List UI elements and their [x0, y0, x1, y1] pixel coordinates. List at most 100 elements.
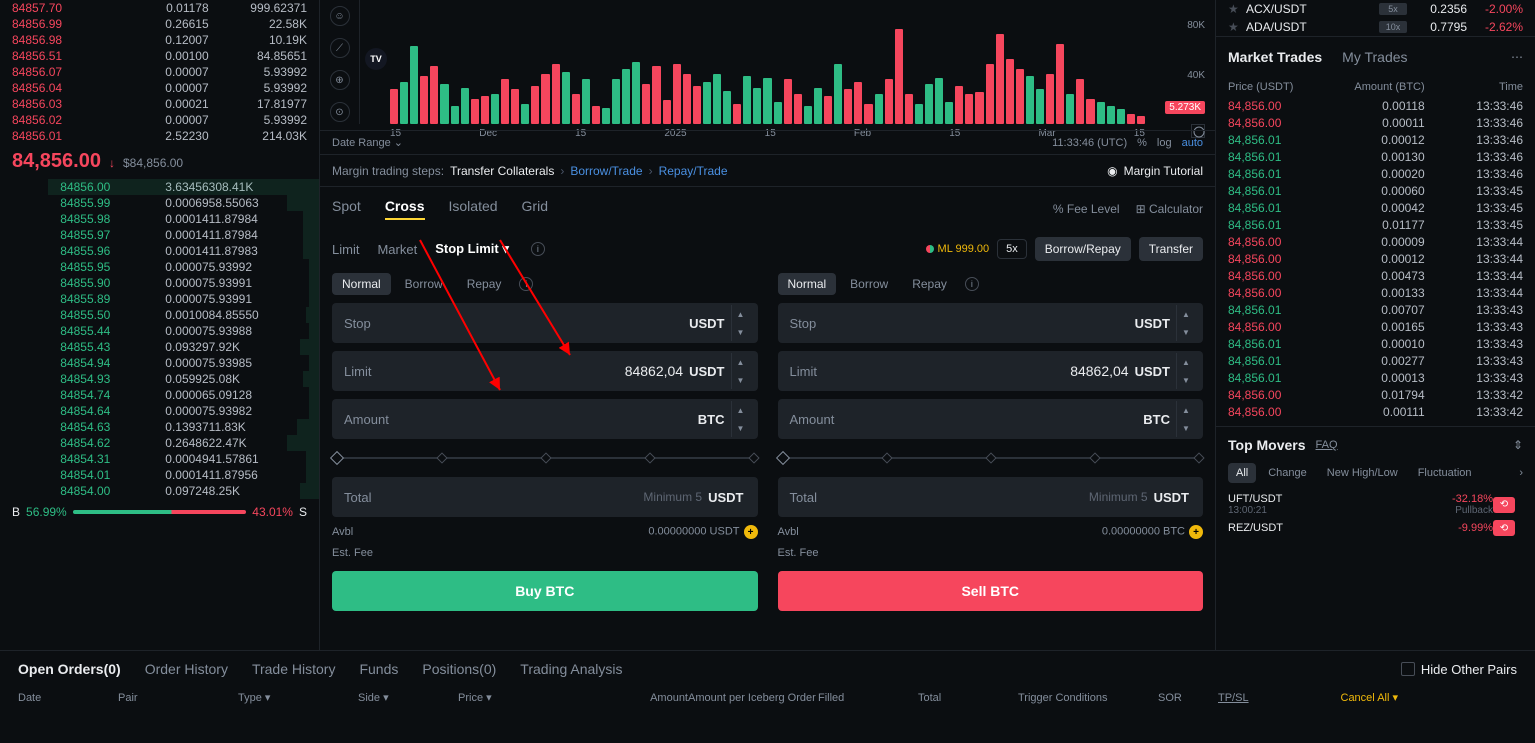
market-trade-row[interactable]: 84,856.010.0027713:33:43 — [1216, 352, 1535, 369]
market-trade-row[interactable]: 84,856.000.0013313:33:44 — [1216, 284, 1535, 301]
stepper-down-icon[interactable]: ▼ — [732, 371, 750, 389]
orderbook-bid-row[interactable]: 84855.970.0001411.87984 — [0, 227, 319, 243]
buy-total-input[interactable]: TotalMinimum 5USDT — [332, 477, 758, 517]
mover-row[interactable]: UFT/USDT13:00:21-32.18%Pullback⟲ — [1216, 491, 1535, 518]
borrow-repay-button[interactable]: Borrow/Repay — [1035, 237, 1131, 261]
orderbook-bid-row[interactable]: 84854.740.000065.09128 — [0, 387, 319, 403]
market-trade-row[interactable]: 84,856.010.0001313:33:43 — [1216, 369, 1535, 386]
tab-order-history[interactable]: Order History — [145, 661, 228, 677]
market-trade-row[interactable]: 84,856.000.0011113:33:42 — [1216, 403, 1535, 420]
caret-down-icon[interactable]: ▾ — [486, 692, 492, 704]
more-icon[interactable]: ⋯ — [1511, 50, 1523, 64]
sell-stop-input[interactable]: StopUSDT ▲▼ — [778, 303, 1204, 343]
movers-filter-fluctuation[interactable]: Fluctuation — [1410, 463, 1480, 483]
market-trade-row[interactable]: 84,856.000.0011813:33:46 — [1216, 97, 1535, 114]
orderbook-bid-row[interactable]: 84854.930.059925.08K — [0, 371, 319, 387]
info-icon[interactable]: i — [519, 277, 533, 291]
buy-limit-input[interactable]: Limit84862,04USDT ▲▼ — [332, 351, 758, 391]
orderbook-ask-row[interactable]: 84856.012.52230214.03K — [0, 128, 319, 144]
orderbook-bid-row[interactable]: 84854.310.0004941.57861 — [0, 451, 319, 467]
orderbook-bid-row[interactable]: 84855.900.000075.93991 — [0, 275, 319, 291]
step-transfer[interactable]: Transfer Collaterals — [450, 164, 554, 178]
mover-row[interactable]: REZ/USDT-9.99%⟲ — [1216, 518, 1535, 538]
market-trade-row[interactable]: 84,856.010.0004213:33:45 — [1216, 199, 1535, 216]
caret-down-icon[interactable]: ▾ — [383, 692, 389, 704]
tab-market-trades[interactable]: Market Trades — [1228, 49, 1322, 65]
buy-mode-repay[interactable]: Repay — [457, 273, 512, 295]
market-trade-row[interactable]: 84,856.010.0006013:33:45 — [1216, 182, 1535, 199]
margin-tutorial-link[interactable]: ◉ Margin Tutorial — [1107, 164, 1203, 178]
buy-amount-input[interactable]: AmountBTC ▲▼ — [332, 399, 758, 439]
order-type-market[interactable]: Market — [377, 242, 417, 257]
pair-row[interactable]: ★ADA/USDT10x0.7795-2.62% — [1228, 18, 1523, 36]
transfer-button[interactable]: Transfer — [1139, 237, 1203, 261]
tab-spot[interactable]: Spot — [332, 198, 361, 220]
sell-total-input[interactable]: TotalMinimum 5USDT — [778, 477, 1204, 517]
orderbook-bid-row[interactable]: 84856.003.63456308.41K — [0, 179, 319, 195]
leverage-chip[interactable]: 5x — [997, 239, 1027, 259]
stepper-down-icon[interactable]: ▼ — [1177, 419, 1195, 437]
buy-button[interactable]: Buy BTC — [332, 571, 758, 611]
stepper-up-icon[interactable]: ▲ — [1177, 353, 1195, 371]
order-type-stop-limit[interactable]: Stop Limit ▾ — [435, 241, 509, 257]
tab-trading-analysis[interactable]: Trading Analysis — [520, 661, 622, 677]
hide-other-pairs-checkbox[interactable]: Hide Other Pairs — [1401, 662, 1517, 677]
orderbook-ask-row[interactable]: 84856.040.000075.93992 — [0, 80, 319, 96]
market-trade-row[interactable]: 84,856.010.0002013:33:46 — [1216, 165, 1535, 182]
info-icon[interactable]: i — [531, 242, 545, 256]
add-funds-icon[interactable]: + — [744, 525, 758, 539]
emoji-tool-icon[interactable]: ☺ — [330, 6, 350, 26]
date-range-dropdown[interactable]: Date Range ⌄ — [332, 136, 403, 149]
market-trade-row[interactable]: 84,856.010.0117713:33:45 — [1216, 216, 1535, 233]
orderbook-bid-row[interactable]: 84855.440.000075.93988 — [0, 323, 319, 339]
buy-stop-input[interactable]: StopUSDT ▲▼ — [332, 303, 758, 343]
sell-button[interactable]: Sell BTC — [778, 571, 1204, 611]
market-trade-row[interactable]: 84,856.010.0001013:33:43 — [1216, 335, 1535, 352]
orderbook-bid-row[interactable]: 84855.960.0001411.87983 — [0, 243, 319, 259]
expand-icon[interactable]: ⇕ — [1513, 438, 1523, 452]
stepper-up-icon[interactable]: ▲ — [1177, 305, 1195, 323]
tab-funds[interactable]: Funds — [359, 661, 398, 677]
cancel-all-button[interactable]: Cancel All ▾ — [1298, 691, 1398, 704]
calculator-link[interactable]: ⊞ Calculator — [1136, 202, 1203, 216]
pair-row[interactable]: ★ACX/USDT5x0.2356-2.00% — [1228, 0, 1523, 18]
scale-percent[interactable]: % — [1137, 137, 1147, 149]
sell-mode-borrow[interactable]: Borrow — [840, 273, 898, 295]
stepper-down-icon[interactable]: ▼ — [732, 323, 750, 341]
movers-filter-change[interactable]: Change — [1260, 463, 1315, 483]
orderbook-bid-row[interactable]: 84855.950.000075.93992 — [0, 259, 319, 275]
orderbook-ask-row[interactable]: 84856.990.2661522.58K — [0, 16, 319, 32]
orderbook-bid-row[interactable]: 84854.630.1393711.83K — [0, 419, 319, 435]
orderbook-ask-row[interactable]: 84856.030.0002117.81977 — [0, 96, 319, 112]
orderbook-ask-row[interactable]: 84856.510.0010084.85651 — [0, 48, 319, 64]
tab-isolated[interactable]: Isolated — [449, 198, 498, 220]
orderbook-ask-row[interactable]: 84856.980.1200710.19K — [0, 32, 319, 48]
tab-trade-history[interactable]: Trade History — [252, 661, 336, 677]
add-funds-icon[interactable]: + — [1189, 525, 1203, 539]
stepper-down-icon[interactable]: ▼ — [1177, 371, 1195, 389]
orderbook-bid-row[interactable]: 84854.010.0001411.87956 — [0, 467, 319, 483]
tab-positions[interactable]: Positions(0) — [422, 661, 496, 677]
orderbook-bid-row[interactable]: 84854.000.097248.25K — [0, 483, 319, 499]
volume-chart[interactable]: ☺ ⟋ ⊕ ⊙ TV 80K 40K 5.273K 15Dec15202515F… — [320, 0, 1215, 155]
scale-auto[interactable]: auto — [1182, 137, 1203, 149]
market-trade-row[interactable]: 84,856.000.0001113:33:46 — [1216, 114, 1535, 131]
orderbook-bid-row[interactable]: 84854.940.000075.93985 — [0, 355, 319, 371]
market-trade-row[interactable]: 84,856.000.0001213:33:44 — [1216, 250, 1535, 267]
stepper-down-icon[interactable]: ▼ — [732, 419, 750, 437]
orderbook-bid-row[interactable]: 84855.890.000075.93991 — [0, 291, 319, 307]
sell-amount-input[interactable]: AmountBTC ▲▼ — [778, 399, 1204, 439]
movers-filter-all[interactable]: All — [1228, 463, 1256, 483]
movers-filter-highlow[interactable]: New High/Low — [1319, 463, 1406, 483]
orderbook-bid-row[interactable]: 84855.430.093297.92K — [0, 339, 319, 355]
stepper-up-icon[interactable]: ▲ — [1177, 401, 1195, 419]
order-type-limit[interactable]: Limit — [332, 242, 359, 257]
tab-my-trades[interactable]: My Trades — [1342, 49, 1407, 65]
caret-down-icon[interactable]: ▾ — [265, 692, 271, 704]
sell-limit-input[interactable]: Limit84862,04USDT ▲▼ — [778, 351, 1204, 391]
market-trade-row[interactable]: 84,856.000.0047313:33:44 — [1216, 267, 1535, 284]
top-movers-faq[interactable]: FAQ — [1316, 439, 1338, 451]
orderbook-bid-row[interactable]: 84855.500.0010084.85550 — [0, 307, 319, 323]
market-trade-row[interactable]: 84,856.010.0070713:33:43 — [1216, 301, 1535, 318]
scale-log[interactable]: log — [1157, 137, 1172, 149]
